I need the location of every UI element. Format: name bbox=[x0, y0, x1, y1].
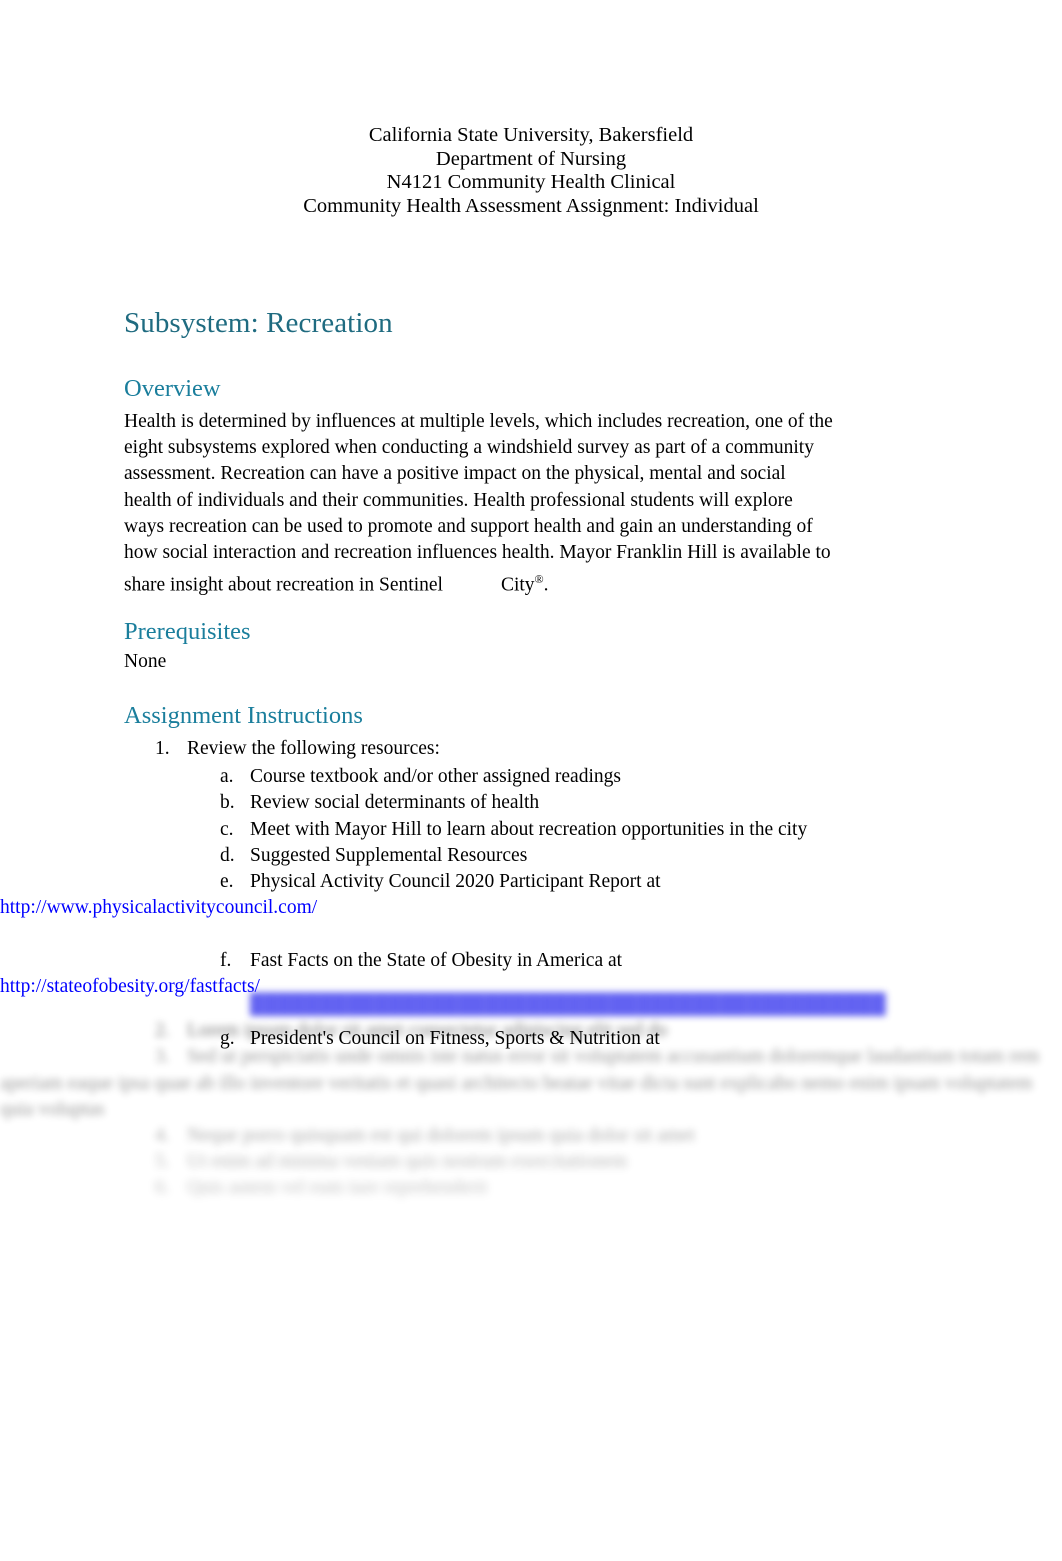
obscured-line: 3. Sed ut perspiciatis unde omnis iste n… bbox=[0, 1044, 1062, 1123]
header-line-department: Department of Nursing bbox=[435, 147, 627, 170]
list-marker: d. bbox=[220, 844, 235, 866]
document-header: California State University, Bakersfield… bbox=[0, 124, 1062, 218]
overview-paragraph: Health is determined by influences at mu… bbox=[124, 409, 836, 599]
list-item: d. Suggested Supplemental Resources bbox=[0, 843, 1062, 869]
obscured-line-text: Quis autem vel eum iure reprehenderit bbox=[187, 1177, 488, 1199]
registered-trademark-symbol: ® bbox=[534, 572, 544, 587]
obscured-content-region: ████████████████████████████████████████… bbox=[0, 992, 1062, 1202]
list-item: c. Meet with Mayor Hill to learn about r… bbox=[0, 817, 1062, 843]
obscured-line: ████████████████████████████████████████… bbox=[0, 992, 1062, 1018]
list-item: 1. Review the following resources: bbox=[0, 736, 1062, 762]
obscured-line-text: Lorem ipsum dolor sit amet consectetur a… bbox=[187, 1020, 668, 1042]
obscured-line: 4. Neque porro quisquam est qui dolorem … bbox=[0, 1123, 1062, 1149]
section-heading-assignment-instructions: Assignment Instructions bbox=[124, 702, 363, 729]
list-item-label: Fast Facts on the State of Obesity in Am… bbox=[250, 949, 623, 971]
obscured-line: 6. Quis autem vel eum iure reprehenderit bbox=[0, 1175, 1062, 1201]
section-heading-prerequisites: Prerequisites bbox=[124, 618, 251, 645]
overview-text-city: City bbox=[500, 574, 535, 596]
obscured-line-text: ████████████████████████████████████████… bbox=[250, 994, 996, 1015]
document-page: California State University, Bakersfield… bbox=[0, 0, 1062, 1561]
list-item-text: Physical Activity Council 2020 Participa… bbox=[0, 871, 1062, 944]
list-marker: c. bbox=[220, 818, 234, 840]
link-physical-activity-council[interactable]: http://www.physicalactivitycouncil.com/ bbox=[0, 895, 1062, 921]
list-marker: e. bbox=[220, 871, 234, 893]
list-marker: 6. bbox=[155, 1177, 170, 1199]
list-item-text: Course textbook and/or other assigned re… bbox=[250, 766, 621, 788]
list-item-text: Meet with Mayor Hill to learn about recr… bbox=[250, 818, 808, 840]
overview-text-main: Health is determined by influences at mu… bbox=[124, 411, 833, 596]
list-marker: 1. bbox=[155, 738, 170, 759]
header-line-course: N4121 Community Health Clinical bbox=[386, 171, 676, 193]
obscured-line: 2. Lorem ipsum dolor sit amet consectetu… bbox=[0, 1018, 1062, 1044]
section-heading-overview: Overview bbox=[124, 375, 221, 402]
list-item-label: Physical Activity Council 2020 Participa… bbox=[250, 871, 661, 893]
list-marker: 3. bbox=[155, 1046, 170, 1068]
list-item: a. Course textbook and/or other assigned… bbox=[0, 764, 1062, 790]
list-item: e. Physical Activity Council 2020 Partic… bbox=[0, 869, 1062, 948]
obscured-line-text: Ut enim ad minima veniam quis nostrum ex… bbox=[187, 1151, 628, 1173]
list-item-text: Review social determinants of health bbox=[250, 792, 540, 814]
list-marker: 4. bbox=[155, 1125, 170, 1147]
list-marker: b. bbox=[220, 792, 235, 814]
list-marker: a. bbox=[220, 766, 234, 788]
list-item-text: Suggested Supplemental Resources bbox=[250, 844, 528, 866]
list-item-text: Review the following resources: bbox=[187, 738, 440, 759]
list-marker: 5. bbox=[155, 1151, 170, 1173]
link-obscured[interactable]: ████████████████████████████████████████… bbox=[250, 994, 886, 1015]
list-item: b. Review social determinants of health bbox=[0, 790, 1062, 816]
obscured-line: 5. Ut enim ad minima veniam quis nostrum… bbox=[0, 1149, 1062, 1175]
list-marker: 2. bbox=[155, 1020, 170, 1042]
header-line-university: California State University, Bakersfield bbox=[368, 124, 694, 146]
overview-text-period: . bbox=[543, 574, 549, 596]
list-marker: f. bbox=[220, 949, 232, 971]
prerequisites-body: None bbox=[124, 651, 167, 672]
header-line-assignment: Community Health Assessment Assignment: … bbox=[303, 194, 759, 217]
page-title: Subsystem: Recreation bbox=[124, 307, 393, 339]
obscured-line-text: Neque porro quisquam est qui dolorem ips… bbox=[187, 1125, 695, 1147]
